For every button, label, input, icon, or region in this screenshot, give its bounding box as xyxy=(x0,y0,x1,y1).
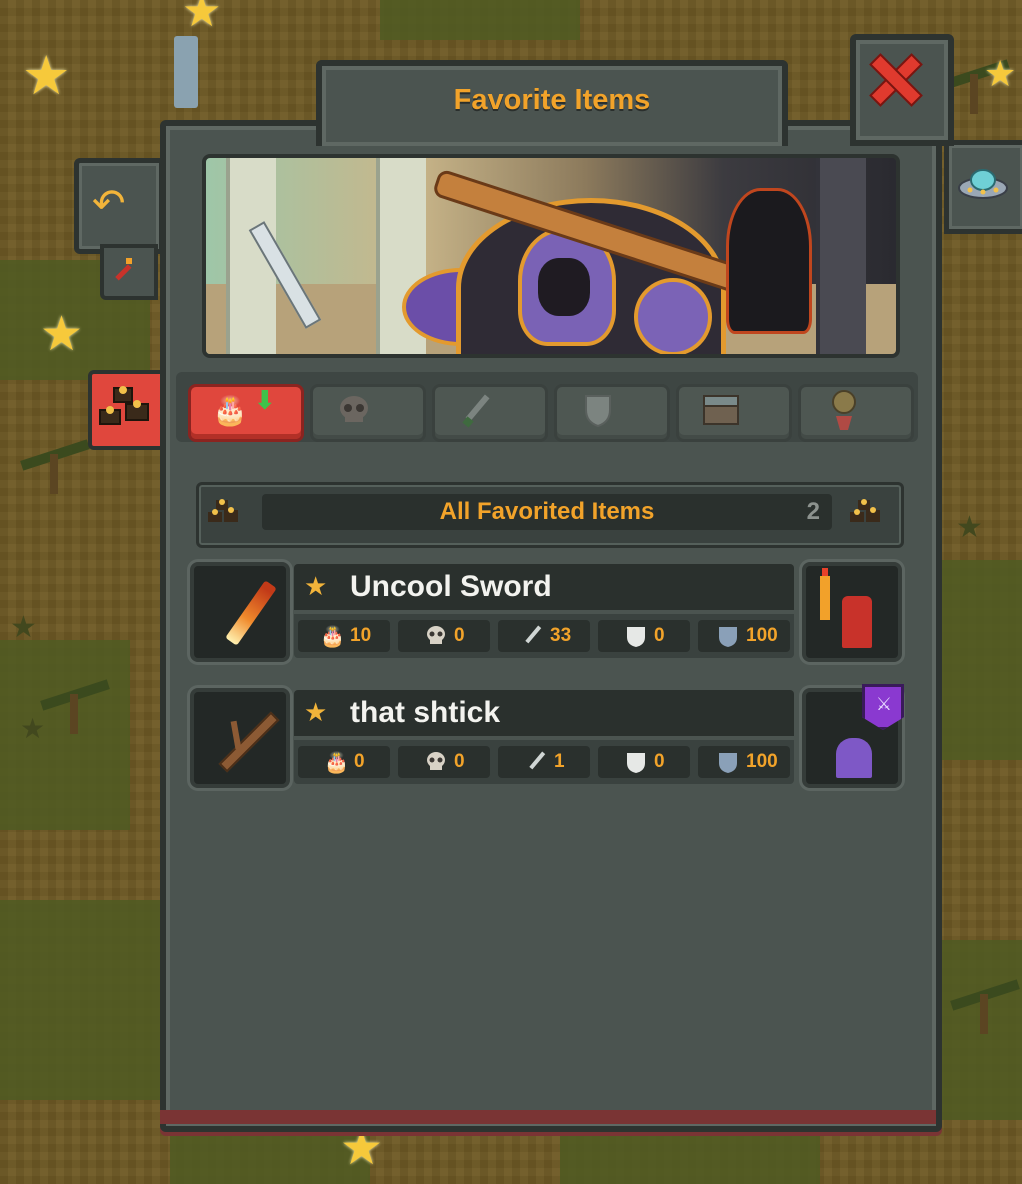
demon-character-icon xyxy=(842,596,872,648)
cake-icon: 🎂 xyxy=(320,624,345,648)
sword-icon: ⚔ xyxy=(875,694,892,715)
stat-armor-value: 100 xyxy=(746,751,778,772)
shield-icon xyxy=(627,627,645,647)
stat-sword-value: 33 xyxy=(550,625,572,646)
treasure-chests-icon xyxy=(208,499,238,522)
treasure-chests-icon xyxy=(99,386,149,425)
favorite-star-icon[interactable]: ★ xyxy=(304,574,327,600)
item-name: that shtick xyxy=(350,696,501,729)
favorite-star-icon[interactable]: ★ xyxy=(304,700,327,726)
panel-bottom-edge xyxy=(160,1110,936,1124)
skull-icon xyxy=(427,626,445,644)
dialog-title: Favorite Items xyxy=(453,84,651,116)
back-arrow-icon[interactable]: ↶ xyxy=(92,184,126,224)
skull-icon xyxy=(427,752,445,770)
armor-icon xyxy=(719,753,737,773)
stat-sword-value: 1 xyxy=(554,751,565,772)
sword-icon xyxy=(462,394,490,428)
cake-icon: 🎂 xyxy=(324,750,349,774)
skull-icon xyxy=(340,396,368,422)
arrow-down-icon: ⬇ xyxy=(254,386,276,416)
treasure-chests-icon xyxy=(850,499,880,522)
stat-skull-value: 0 xyxy=(454,625,465,646)
character-preview[interactable]: ⚔ xyxy=(802,684,904,788)
star-icon: ★ xyxy=(956,510,983,545)
sword-monument-icon xyxy=(174,36,198,108)
armor-icon xyxy=(719,627,737,647)
item-thumbnail[interactable] xyxy=(190,688,290,788)
stat-sword xyxy=(498,620,590,652)
list-title: All Favorited Items xyxy=(439,498,655,525)
sword-icon xyxy=(525,625,542,644)
stat-cake-value: 10 xyxy=(350,625,372,646)
item-name: Uncool Sword xyxy=(350,570,552,603)
stat-shield-value: 0 xyxy=(654,625,665,646)
character-preview[interactable] xyxy=(802,562,902,662)
stick-icon xyxy=(218,711,280,773)
star-icon[interactable]: ★ xyxy=(22,44,70,107)
chest-icon xyxy=(703,395,739,425)
list-item[interactable]: ★ Uncool Sword 🎂 10 0 33 0 100 xyxy=(190,562,902,662)
stat-cake-value: 0 xyxy=(354,751,365,772)
star-icon[interactable]: ★ xyxy=(182,0,221,37)
star-icon: ★ xyxy=(20,712,46,745)
shield-icon xyxy=(627,753,645,773)
stick-branch-icon xyxy=(230,720,242,750)
stat-shield-value: 0 xyxy=(654,751,665,772)
star-icon: ★ xyxy=(10,610,37,645)
star-icon[interactable]: ★ xyxy=(40,306,83,362)
banner-artwork xyxy=(202,154,900,358)
favorited-count: 2 xyxy=(806,498,820,525)
list-item[interactable]: ★ that shtick 🎂 0 0 1 0 100 ⚔ xyxy=(190,684,904,788)
torch-icon xyxy=(820,576,830,620)
star-icon[interactable]: ★ xyxy=(984,54,1016,95)
stat-armor-value: 100 xyxy=(746,625,778,646)
cake-icon: 🎂 xyxy=(212,394,248,427)
trinket-icon xyxy=(832,390,856,430)
shield-icon xyxy=(585,395,611,428)
stat-skull-value: 0 xyxy=(454,751,465,772)
sword-icon xyxy=(529,751,546,770)
close-icon[interactable] xyxy=(870,54,920,104)
wizard-character-icon xyxy=(836,738,872,778)
torch-icon xyxy=(115,258,132,281)
flame-sword-icon xyxy=(225,580,277,646)
ufo-icon[interactable] xyxy=(956,160,1010,204)
item-thumbnail[interactable] xyxy=(190,562,290,662)
